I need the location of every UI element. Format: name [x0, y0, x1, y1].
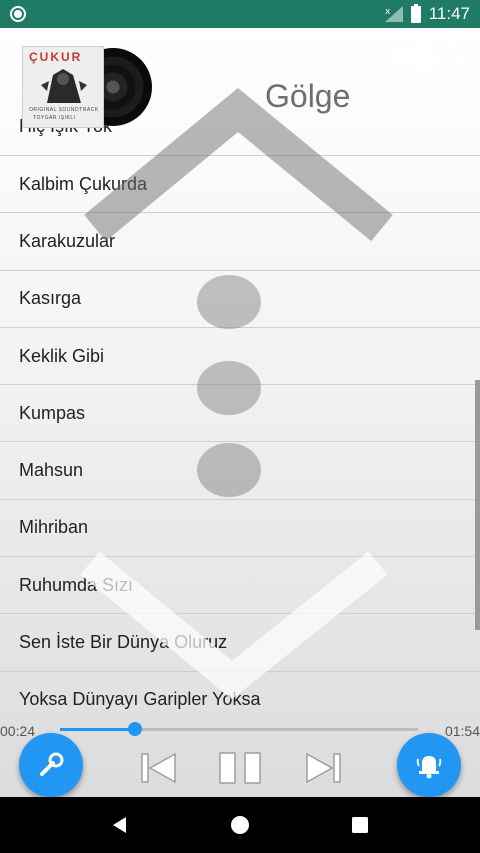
- list-scrollbar[interactable]: [475, 380, 480, 630]
- bell-icon: [416, 756, 442, 779]
- recents-button[interactable]: [340, 805, 380, 845]
- previous-button[interactable]: [138, 750, 180, 786]
- song-list[interactable]: Hiç Işık YokKalbim ÇukurdaKarakuzularKas…: [0, 118, 480, 718]
- song-list-item[interactable]: Keklik Gibi: [0, 328, 480, 386]
- song-list-item[interactable]: Ruhumda Sızı: [0, 557, 480, 615]
- next-button[interactable]: [302, 750, 344, 786]
- seek-bar-thumb[interactable]: [128, 722, 143, 736]
- status-time: 11:47: [428, 4, 470, 23]
- album-cover: ÇUKUR ORIGINAL SOUNDTRACK TOYGAR IŞIKLI: [22, 46, 104, 128]
- notification-dot-icon: [10, 6, 26, 22]
- home-circle-icon: [231, 816, 249, 834]
- song-list-item[interactable]: Karakuzular: [0, 213, 480, 271]
- song-list-item[interactable]: Yoksa Dünyayı Garipler Yoksa: [0, 672, 480, 718]
- wrench-icon: [40, 752, 64, 776]
- album-artist: TOYGAR IŞIKLI: [33, 115, 76, 121]
- alarm-button[interactable]: [397, 733, 461, 797]
- seek-bar[interactable]: [60, 722, 418, 736]
- battery-icon: [410, 3, 421, 23]
- skip-previous-icon: [141, 752, 176, 784]
- album-figure: [41, 69, 87, 103]
- player-screen: Hiç Işık YokKalbim ÇukurdaKarakuzularKas…: [0, 28, 480, 797]
- total-time: 01:54: [444, 723, 480, 739]
- song-list-item[interactable]: Sen İste Bir Dünya Oluruz: [0, 614, 480, 672]
- skip-next-icon: [306, 752, 341, 784]
- volume-button[interactable]: [394, 34, 466, 80]
- current-time: 00:24: [0, 723, 36, 739]
- now-playing-title: Gölge: [265, 78, 351, 114]
- navigation-bar: [0, 797, 480, 853]
- album-subtitle: ORIGINAL SOUNDTRACK: [29, 107, 99, 113]
- album-art: ÇUKUR ORIGINAL SOUNDTRACK TOYGAR IŞIKLI: [22, 46, 152, 128]
- speaker-icon: [396, 37, 459, 77]
- back-button[interactable]: [100, 805, 140, 845]
- pause-icon: [219, 752, 261, 784]
- song-list-item[interactable]: Kalbim Çukurda: [0, 156, 480, 214]
- status-bar: x 11:47: [0, 0, 480, 28]
- settings-button[interactable]: [19, 733, 83, 797]
- seek-bar-progress: [60, 728, 136, 731]
- pause-button[interactable]: [216, 750, 264, 786]
- recents-square-icon: [352, 817, 368, 833]
- svg-text:x: x: [385, 7, 391, 17]
- song-list-item[interactable]: Kumpas: [0, 385, 480, 443]
- song-list-item[interactable]: Mahsun: [0, 442, 480, 500]
- back-triangle-icon: [113, 817, 126, 833]
- signal-icon: x: [384, 6, 403, 22]
- album-title: ÇUKUR: [29, 50, 83, 64]
- song-list-item[interactable]: Kasırga: [0, 271, 480, 328]
- home-button[interactable]: [220, 805, 260, 845]
- song-list-item[interactable]: Mihriban: [0, 500, 480, 558]
